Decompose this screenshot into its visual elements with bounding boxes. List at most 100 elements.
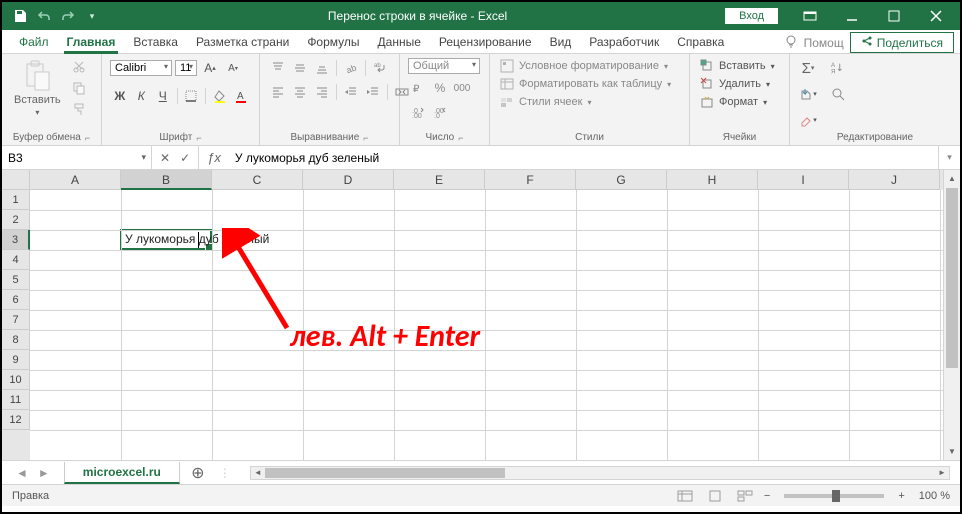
row-header[interactable]: 8 xyxy=(2,330,30,350)
add-sheet-icon[interactable]: ⊕ xyxy=(186,463,210,483)
font-name-select[interactable]: Calibri xyxy=(110,60,172,76)
redo-icon[interactable] xyxy=(60,8,76,24)
tab-developer[interactable]: Разработчик xyxy=(580,31,668,53)
align-middle-icon[interactable] xyxy=(290,58,310,78)
tab-nav-prev-icon[interactable]: ◄ xyxy=(16,466,28,480)
delete-cells-button[interactable]: Удалить▾ xyxy=(698,76,777,92)
scroll-left-icon[interactable]: ◄ xyxy=(251,467,265,479)
align-right-icon[interactable] xyxy=(312,82,332,102)
zoom-handle[interactable] xyxy=(832,490,840,502)
row-header[interactable]: 10 xyxy=(2,370,30,390)
orientation-icon[interactable]: ab xyxy=(341,58,361,78)
number-format-select[interactable]: Общий xyxy=(408,58,480,74)
paste-button[interactable]: Вставить ▾ xyxy=(10,58,65,119)
tellme-label[interactable]: Помощ xyxy=(804,36,844,50)
row-header[interactable]: 6 xyxy=(2,290,30,310)
autosum-icon[interactable]: Σ▾ xyxy=(798,58,818,78)
page-break-view-icon[interactable] xyxy=(734,487,756,505)
tab-help[interactable]: Справка xyxy=(668,31,733,53)
tab-layout[interactable]: Разметка страни xyxy=(187,31,298,53)
undo-icon[interactable] xyxy=(36,8,52,24)
row-header[interactable]: 2 xyxy=(2,210,30,230)
font-color-icon[interactable]: A xyxy=(232,86,252,106)
sort-filter-icon[interactable]: AЯ xyxy=(828,58,848,78)
tab-view[interactable]: Вид xyxy=(541,31,581,53)
insert-cells-button[interactable]: Вставить▾ xyxy=(698,58,777,74)
login-button[interactable]: Вход xyxy=(725,8,778,24)
name-box[interactable]: B3 xyxy=(2,146,152,169)
column-header[interactable]: G xyxy=(576,170,667,190)
select-all-corner[interactable] xyxy=(2,170,30,190)
tab-data[interactable]: Данные xyxy=(369,31,430,53)
borders-icon[interactable] xyxy=(182,86,202,106)
comma-icon[interactable]: 000 xyxy=(452,78,472,98)
zoom-level[interactable]: 100 % xyxy=(919,490,950,502)
align-center-icon[interactable] xyxy=(290,82,310,102)
italic-button[interactable]: К xyxy=(132,86,152,106)
qat-customize-icon[interactable]: ▾ xyxy=(84,8,100,24)
cancel-edit-icon[interactable]: ✕ xyxy=(160,151,170,165)
underline-button[interactable]: Ч xyxy=(153,86,173,106)
tab-review[interactable]: Рецензирование xyxy=(430,31,541,53)
scroll-right-icon[interactable]: ► xyxy=(935,467,949,479)
ribbon-options-icon[interactable] xyxy=(790,2,830,30)
tab-file[interactable]: Файл xyxy=(10,31,58,53)
clear-icon[interactable]: ▾ xyxy=(798,110,818,130)
row-header[interactable]: 4 xyxy=(2,250,30,270)
number-launcher-icon[interactable]: ⌐ xyxy=(458,133,463,143)
find-select-icon[interactable] xyxy=(828,84,848,104)
tab-home[interactable]: Главная xyxy=(58,31,125,53)
column-header[interactable]: I xyxy=(758,170,849,190)
row-header[interactable]: 5 xyxy=(2,270,30,290)
percent-icon[interactable]: % xyxy=(430,78,450,98)
hscroll-thumb[interactable] xyxy=(265,468,505,478)
format-cells-button[interactable]: Формат▾ xyxy=(698,94,777,110)
normal-view-icon[interactable] xyxy=(674,487,696,505)
conditional-formatting-button[interactable]: Условное форматирование▾ xyxy=(498,58,673,74)
row-header[interactable]: 7 xyxy=(2,310,30,330)
column-header[interactable]: D xyxy=(303,170,394,190)
zoom-in-icon[interactable]: + xyxy=(898,490,904,502)
zoom-slider[interactable] xyxy=(784,494,884,498)
fill-icon[interactable]: ▾ xyxy=(798,84,818,104)
column-header[interactable]: A xyxy=(30,170,121,190)
page-layout-view-icon[interactable] xyxy=(704,487,726,505)
row-header[interactable]: 11 xyxy=(2,390,30,410)
formula-expand-icon[interactable]: ▾ xyxy=(938,146,960,169)
column-header[interactable]: E xyxy=(394,170,485,190)
align-left-icon[interactable] xyxy=(268,82,288,102)
clipboard-launcher-icon[interactable]: ⌐ xyxy=(85,133,90,143)
vscroll-thumb[interactable] xyxy=(946,188,958,368)
increase-font-icon[interactable]: A▴ xyxy=(200,58,220,78)
wrap-text-icon[interactable]: ab xyxy=(370,58,390,78)
align-bottom-icon[interactable] xyxy=(312,58,332,78)
cut-icon[interactable] xyxy=(69,58,89,76)
lightbulb-icon[interactable] xyxy=(784,34,798,51)
minimize-icon[interactable] xyxy=(832,2,872,30)
cells-area[interactable]: У лукоморья дуб зеленый xyxy=(30,190,943,460)
formula-input[interactable] xyxy=(229,146,938,169)
maximize-icon[interactable] xyxy=(874,2,914,30)
column-header[interactable]: J xyxy=(849,170,940,190)
row-header[interactable]: 9 xyxy=(2,350,30,370)
cell-styles-button[interactable]: Стили ячеек▾ xyxy=(498,94,673,110)
scroll-down-icon[interactable]: ▼ xyxy=(944,443,960,460)
row-header[interactable]: 12 xyxy=(2,410,30,430)
decrease-decimal-icon[interactable]: .00.0 xyxy=(430,102,450,122)
scroll-up-icon[interactable]: ▲ xyxy=(944,170,960,187)
increase-decimal-icon[interactable]: .0.00 xyxy=(408,102,428,122)
row-header[interactable]: 1 xyxy=(2,190,30,210)
increase-indent-icon[interactable] xyxy=(363,82,383,102)
column-headers[interactable]: ABCDEFGHIJ xyxy=(30,170,943,190)
align-top-icon[interactable] xyxy=(268,58,288,78)
fx-icon[interactable]: ƒx xyxy=(199,146,229,169)
row-header[interactable]: 3 xyxy=(2,230,30,250)
row-headers[interactable]: 123456789101112 xyxy=(2,190,30,460)
accounting-icon[interactable]: ₽ xyxy=(408,78,428,98)
font-size-select[interactable]: 11 xyxy=(175,60,197,76)
horizontal-scrollbar[interactable]: ◄ ► xyxy=(250,466,950,480)
column-header[interactable]: B xyxy=(121,170,212,190)
decrease-indent-icon[interactable] xyxy=(341,82,361,102)
tab-nav-next-icon[interactable]: ► xyxy=(38,466,50,480)
decrease-font-icon[interactable]: A▾ xyxy=(223,58,243,78)
